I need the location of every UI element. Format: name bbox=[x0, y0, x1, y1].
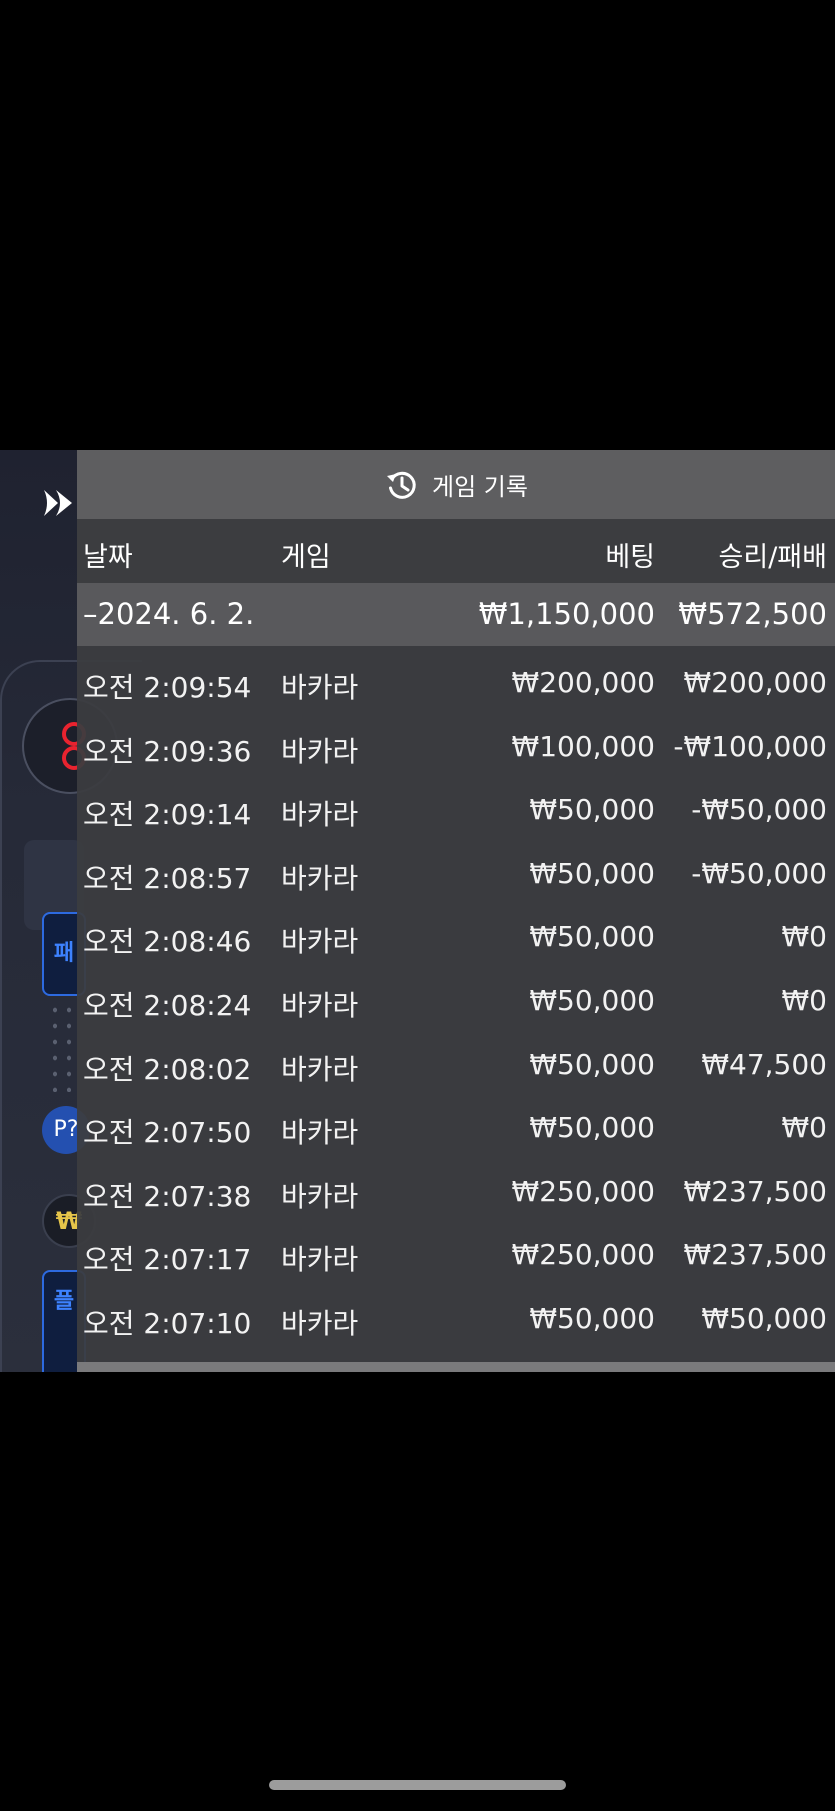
row-win-loss: ₩47,500 bbox=[701, 1047, 827, 1081]
row-time: 오전 2:07:17 bbox=[83, 1243, 252, 1277]
row-time: 오전 2:08:24 bbox=[83, 988, 252, 1022]
row-win-loss: ₩0 bbox=[781, 1111, 828, 1145]
row-win-loss: ₩0 bbox=[781, 920, 828, 954]
row-win-loss: ₩50,000 bbox=[701, 1301, 827, 1335]
row-game: 바카라 bbox=[281, 671, 359, 704]
table-row[interactable]: 오전 2:08:57 바카라 ₩50,000 -₩50,000 bbox=[77, 841, 835, 905]
row-game: 바카라 bbox=[281, 1306, 359, 1340]
row-win-loss: ₩237,500 bbox=[683, 1238, 827, 1272]
row-bet: ₩100,000 bbox=[511, 729, 655, 763]
row-bet: ₩50,000 bbox=[529, 856, 655, 890]
summary-date: –2024. 6. 2. bbox=[83, 597, 255, 631]
background-bet-spot-label: 패 bbox=[53, 941, 75, 966]
brand-logo-icon bbox=[44, 490, 72, 516]
row-bet: ₩50,000 bbox=[529, 793, 655, 827]
row-time: 오전 2:08:02 bbox=[83, 1052, 252, 1086]
row-win-loss: -₩50,000 bbox=[691, 856, 827, 890]
row-game: 바카라 bbox=[281, 861, 359, 895]
game-history-panel: 게임 기록 날짜 게임 베팅 승리/패배 –2024. 6. 2. ₩1,150… bbox=[77, 450, 835, 1372]
row-bet: ₩200,000 bbox=[511, 666, 655, 699]
row-bet: ₩50,000 bbox=[529, 983, 655, 1017]
row-win-loss: ₩237,500 bbox=[683, 1174, 827, 1208]
row-bet: ₩50,000 bbox=[529, 1111, 655, 1145]
row-game: 바카라 bbox=[281, 1243, 359, 1277]
row-game: 바카라 bbox=[281, 1116, 359, 1150]
row-game: 바카라 bbox=[281, 925, 359, 959]
row-win-loss: ₩0 bbox=[781, 983, 828, 1017]
row-game: 바카라 bbox=[281, 988, 359, 1022]
row-time: 오전 2:09:36 bbox=[83, 734, 252, 768]
row-win-loss: ₩200,000 bbox=[683, 666, 827, 699]
column-header-win-loss: 승리/패배 bbox=[718, 542, 827, 573]
table-header: 날짜 게임 베팅 승리/패배 bbox=[77, 519, 835, 583]
table-row[interactable]: 오전 2:09:54 바카라 ₩200,000 ₩200,000 bbox=[77, 650, 835, 714]
row-win-loss: -₩50,000 bbox=[691, 793, 827, 827]
row-game: 바카라 bbox=[281, 1179, 359, 1213]
date-summary-row[interactable]: –2024. 6. 2. ₩1,150,000 ₩572,500 bbox=[77, 583, 835, 646]
table-row[interactable]: 오전 2:08:46 바카라 ₩50,000 ₩0 bbox=[77, 904, 835, 968]
column-header-game: 게임 bbox=[281, 542, 331, 573]
column-header-date: 날짜 bbox=[83, 542, 133, 573]
row-bet: ₩50,000 bbox=[529, 920, 655, 954]
row-time: 오전 2:07:10 bbox=[83, 1306, 252, 1340]
row-game: 바카라 bbox=[281, 734, 359, 768]
row-bet: ₩50,000 bbox=[529, 1047, 655, 1081]
row-bet: ₩250,000 bbox=[511, 1238, 655, 1272]
summary-bet: ₩1,150,000 bbox=[478, 597, 655, 631]
game-screen: 패 P? ₩ 플 게임 기록 날짜 게임 베팅 승리/패배 –2024. 6. … bbox=[0, 450, 835, 1372]
row-time: 오전 2:08:57 bbox=[83, 861, 252, 895]
row-win-loss: -₩100,000 bbox=[673, 729, 827, 763]
row-time: 오전 2:07:50 bbox=[83, 1116, 252, 1150]
history-icon bbox=[387, 471, 416, 499]
table-row[interactable]: 오전 2:09:36 바카라 ₩100,000 -₩100,000 bbox=[77, 714, 835, 778]
row-bet: ₩250,000 bbox=[511, 1174, 655, 1208]
player-badge-label: P? bbox=[53, 1117, 79, 1142]
table-row[interactable]: 오전 2:08:24 바카라 ₩50,000 ₩0 bbox=[77, 968, 835, 1032]
row-bet: ₩50,000 bbox=[529, 1301, 655, 1335]
column-header-bet: 베팅 bbox=[605, 542, 655, 573]
panel-title: 게임 기록 bbox=[432, 473, 528, 501]
table-row[interactable]: 오전 2:08:02 바카라 ₩50,000 ₩47,500 bbox=[77, 1032, 835, 1096]
history-rows: 오전 2:09:54 바카라 ₩200,000 ₩200,000 오전 2:09… bbox=[77, 646, 835, 1350]
table-row[interactable]: 오전 2:07:17 바카라 ₩250,000 ₩237,500 bbox=[77, 1222, 835, 1286]
table-row[interactable]: 오전 2:09:14 바카라 ₩50,000 -₩50,000 bbox=[77, 777, 835, 841]
row-time: 오전 2:09:14 bbox=[83, 798, 252, 832]
row-time: 오전 2:08:46 bbox=[83, 925, 252, 959]
horizontal-scrollbar[interactable] bbox=[77, 1362, 835, 1372]
row-time: 오전 2:09:54 bbox=[83, 671, 252, 704]
table-row[interactable]: 오전 2:07:50 바카라 ₩50,000 ₩0 bbox=[77, 1095, 835, 1159]
panel-header: 게임 기록 bbox=[77, 450, 835, 519]
table-row[interactable]: 오전 2:07:38 바카라 ₩250,000 ₩237,500 bbox=[77, 1159, 835, 1223]
background-bet-spot-2-label: 플 bbox=[53, 1289, 75, 1314]
background-dots bbox=[48, 1002, 78, 1092]
home-indicator[interactable] bbox=[269, 1780, 566, 1790]
row-game: 바카라 bbox=[281, 1052, 359, 1086]
row-time: 오전 2:07:38 bbox=[83, 1179, 252, 1213]
table-row[interactable]: 오전 2:07:10 바카라 ₩50,000 ₩50,000 bbox=[77, 1286, 835, 1350]
row-game: 바카라 bbox=[281, 798, 359, 832]
summary-win-loss: ₩572,500 bbox=[678, 597, 827, 631]
